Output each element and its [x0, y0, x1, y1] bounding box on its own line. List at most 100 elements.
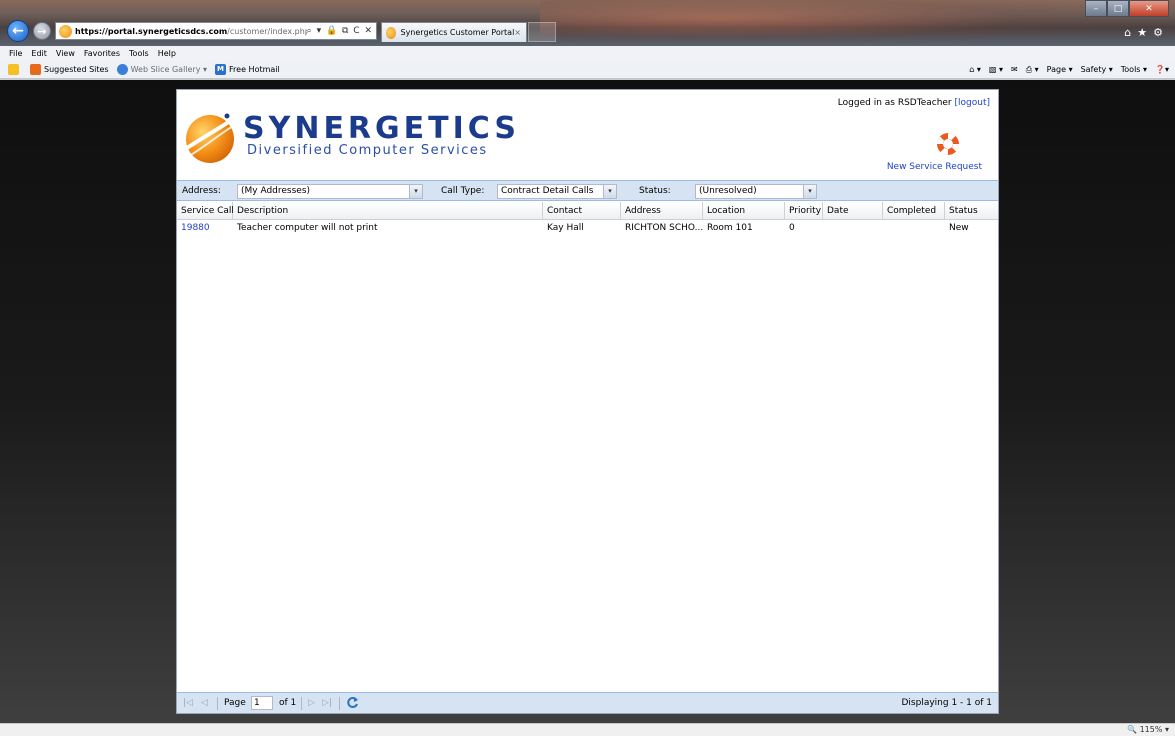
url-text[interactable]: https://portal.synergeticsdcs.com/custom… [75, 27, 307, 36]
col-service-call[interactable]: Service Call [177, 202, 234, 220]
page-viewport: SYNERGETICS Diversified Computer Service… [0, 80, 1175, 723]
help-icon[interactable]: ❓▾ [1155, 65, 1169, 74]
favorites-star[interactable] [8, 63, 22, 75]
browser-status-bar: 🔍 115% ▾ [0, 723, 1175, 736]
fav-free-hotmail[interactable]: M Free Hotmail [215, 63, 280, 75]
page-label: Page [224, 698, 246, 708]
status-filter-label: Status: [639, 186, 671, 196]
logo-wordmark: SYNERGETICS [243, 111, 520, 146]
col-location[interactable]: Location [703, 202, 785, 220]
titlebar-glow [540, 0, 1140, 46]
zoom-value: 115% [1139, 725, 1163, 734]
next-page-icon[interactable]: ▷ [308, 698, 315, 708]
menu-bar: File Edit View Favorites Tools Help [0, 46, 1175, 60]
menu-favorites[interactable]: Favorites [84, 49, 120, 58]
mail-icon[interactable]: ✉ [1011, 65, 1018, 74]
fav-suggested-sites[interactable]: Suggested Sites [30, 63, 109, 75]
cell-date [823, 220, 883, 236]
cell-service-call[interactable]: 19880 [177, 220, 233, 236]
chevron-down-icon[interactable]: ▾ [803, 184, 817, 199]
ie-icon [116, 63, 128, 75]
site-favicon-icon [59, 24, 72, 38]
pager-separator [301, 697, 302, 710]
cell-location: Room 101 [707, 223, 753, 233]
pager-separator [339, 697, 340, 710]
col-priority[interactable]: Priority [785, 202, 823, 220]
forward-button[interactable]: → [33, 22, 51, 40]
fav-web-slice-gallery[interactable]: Web Slice Gallery ▾ [116, 63, 208, 75]
fav-hotmail-label: Free Hotmail [229, 64, 280, 74]
col-address[interactable]: Address [621, 202, 703, 220]
tab-title: Synergetics Customer Portal [400, 28, 515, 37]
address-filter-select[interactable]: (My Addresses) ▾ [237, 184, 423, 199]
home-icon[interactable]: ⌂ ▾ [969, 65, 981, 74]
logged-in-text: Logged in as RSDTeacher [837, 98, 952, 108]
tab-favicon-icon [386, 26, 397, 39]
cell-address: RICHTON SCHO... [625, 223, 703, 233]
address-filter-value: (My Addresses) [241, 186, 311, 196]
col-date[interactable]: Date [823, 202, 883, 220]
window-close-button[interactable]: ✕ [1129, 0, 1169, 17]
cell-priority: 0 [789, 223, 795, 233]
fav-webslice-label: Web Slice Gallery ▾ [130, 64, 208, 74]
calltype-filter-select[interactable]: Contract Detail Calls ▾ [497, 184, 617, 199]
new-service-request-link[interactable]: New Service Request [887, 162, 982, 172]
menu-view[interactable]: View [56, 49, 75, 58]
fav-suggested-label: Suggested Sites [44, 64, 109, 74]
tab-close-icon[interactable]: × [514, 28, 521, 37]
msn-icon: M [215, 63, 227, 75]
table-row[interactable]: 19880 Teacher computer will not print Ka… [177, 220, 998, 236]
first-page-icon[interactable]: |◁ [183, 698, 193, 708]
col-contact[interactable]: Contact [543, 202, 621, 220]
page-number-input[interactable]: 1 [251, 696, 273, 710]
prev-page-icon[interactable]: ◁ [201, 698, 208, 708]
page-of-label: of 1 [279, 698, 297, 708]
minimize-button[interactable]: – [1085, 0, 1107, 17]
command-bar: ⌂ ▾ ▧ ▾ ✉ ⎙ ▾ Page ▾ Safety ▾ Tools ▾ ❓▾ [961, 60, 1169, 79]
menu-edit[interactable]: Edit [31, 49, 47, 58]
chevron-down-icon[interactable]: ▾ [603, 184, 617, 199]
status-filter-select[interactable]: (Unresolved) ▾ [695, 184, 817, 199]
zoom-level[interactable]: 🔍 115% ▾ [1127, 725, 1169, 734]
calltype-filter-label: Call Type: [441, 186, 485, 196]
col-description[interactable]: Description [233, 202, 543, 220]
refresh-icon[interactable] [346, 696, 359, 709]
cell-description: Teacher computer will not print [237, 223, 378, 233]
synergetics-logo-icon [185, 113, 237, 163]
tab-synergetics[interactable]: Synergetics Customer Portal × [381, 22, 527, 42]
browser-titlebar: ← → https://portal.synergeticsdcs.com/cu… [0, 0, 1175, 46]
print-icon[interactable]: ⎙ ▾ [1026, 65, 1039, 75]
address-filter-label: Address: [182, 186, 221, 196]
command-safety[interactable]: Safety ▾ [1081, 65, 1113, 74]
displaying-count: Displaying 1 - 1 of 1 [901, 698, 993, 708]
menu-help[interactable]: Help [158, 49, 176, 58]
paging-toolbar: |◁ ◁ Page 1 of 1 ▷ ▷| Displaying 1 - 1 o… [177, 692, 998, 713]
address-bar-icons[interactable]: ⌕ ▾ 🔒 ⧉ C ✕ [307, 26, 376, 36]
command-tools[interactable]: Tools ▾ [1121, 65, 1147, 74]
col-status[interactable]: Status [945, 202, 998, 220]
cell-completed [883, 220, 945, 236]
favorites-star-icon [8, 63, 19, 75]
logo-tagline: Diversified Computer Services [247, 143, 488, 158]
suggested-sites-icon [30, 63, 41, 75]
home-favorites-tools-icons[interactable]: ⌂★⚙ [1124, 26, 1169, 39]
lifebuoy-icon[interactable] [935, 131, 961, 157]
feeds-icon[interactable]: ▧ ▾ [989, 65, 1003, 74]
command-page[interactable]: Page ▾ [1047, 65, 1073, 74]
grid-header: Service Call Description Contact Address… [177, 202, 998, 220]
menu-file[interactable]: File [9, 49, 22, 58]
filter-toolbar: Address: (My Addresses) ▾ Call Type: Con… [177, 180, 998, 201]
logout-link[interactable]: [logout] [955, 98, 990, 108]
portal-panel: SYNERGETICS Diversified Computer Service… [176, 89, 999, 714]
calltype-filter-value: Contract Detail Calls [501, 186, 594, 196]
last-page-icon[interactable]: ▷| [322, 698, 332, 708]
menu-tools[interactable]: Tools [129, 49, 149, 58]
new-tab-button[interactable] [528, 22, 556, 42]
back-button[interactable]: ← [7, 20, 29, 42]
window-controls: – □ ✕ [1085, 0, 1169, 17]
cell-status: New [949, 223, 969, 233]
col-completed[interactable]: Completed [883, 202, 945, 220]
address-bar[interactable]: https://portal.synergeticsdcs.com/custom… [55, 22, 377, 40]
maximize-button[interactable]: □ [1107, 0, 1129, 17]
chevron-down-icon[interactable]: ▾ [409, 184, 423, 199]
